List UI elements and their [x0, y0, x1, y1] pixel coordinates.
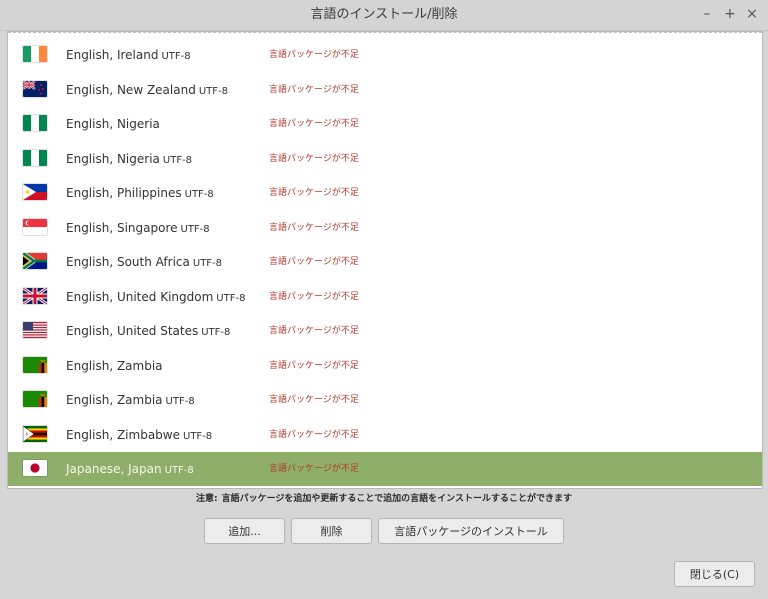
language-label: English, Zambia — [66, 358, 163, 373]
language-name: English, Philippines UTF-8 — [66, 176, 214, 210]
language-row[interactable]: English, United Kingdom UTF-8 言語パッケージが不足 — [8, 280, 762, 314]
language-label: English, Zimbabwe — [66, 427, 180, 442]
zambia-flag-icon — [23, 356, 47, 373]
language-status: 言語パッケージが不足 — [269, 119, 359, 129]
encoding-label: UTF-8 — [164, 465, 194, 476]
language-row[interactable]: English, Nigeria 言語パッケージが不足 — [8, 107, 762, 141]
title-bar[interactable]: 言語のインストール/削除 – + × — [0, 0, 768, 31]
japan-flag-icon — [23, 460, 47, 476]
language-label: English, United Kingdom — [66, 289, 214, 304]
language-name: English, Zambia — [66, 349, 163, 383]
install-language-packs-button[interactable]: 言語パッケージのインストール — [378, 518, 564, 544]
encoding-label: UTF-8 — [162, 154, 193, 166]
language-status: 言語パッケージが不足 — [269, 429, 359, 440]
language-row[interactable]: English, United States UTF-8 言語パッケージが不足 — [8, 314, 762, 348]
encoding-label: UTF-8 — [184, 189, 214, 200]
remove-button[interactable]: 削除 — [291, 518, 372, 544]
language-label: English, Nigeria — [66, 151, 160, 166]
language-row[interactable]: English, Ireland UTF-8 言語パッケージが不足 — [8, 38, 762, 72]
encoding-label: UTF-8 — [165, 396, 195, 407]
language-status: 言語パッケージが不足 — [269, 326, 359, 336]
nigeria-flag-icon — [23, 149, 47, 166]
language-name: English, Ireland UTF-8 — [66, 38, 191, 72]
language-name: English, Singapore UTF-8 — [66, 211, 210, 245]
language-label: English, Philippines — [66, 186, 182, 200]
language-label: English, South Africa — [66, 255, 190, 269]
language-name: English, United States UTF-8 — [66, 314, 230, 348]
united-states-flag-icon — [23, 322, 47, 338]
ireland-flag-icon — [23, 46, 47, 62]
united-kingdom-flag-icon — [23, 287, 47, 304]
language-status: 言語パッケージが不足 — [269, 188, 359, 198]
language-list[interactable]: English, Ireland UTF-8 言語パッケージが不足 English, … — [7, 31, 763, 489]
zimbabwe-flag-icon — [23, 425, 47, 442]
encoding-label: UTF-8 — [161, 51, 191, 62]
language-status: 言語パッケージが不足 — [269, 84, 359, 95]
encoding-label: UTF-8 — [216, 292, 246, 304]
note-body: 言語パッケージを追加や更新することで追加の言語をインストールすることができます — [221, 494, 572, 504]
nigeria-flag-icon — [23, 115, 47, 131]
language-label: English, Ireland — [66, 48, 159, 62]
language-status: 言語パッケージが不足 — [269, 257, 359, 267]
language-row[interactable]: English, Zimbabwe UTF-8 言語パッケージが不足 — [8, 418, 762, 452]
language-status: 言語パッケージが不足 — [269, 153, 359, 164]
close-button[interactable]: 閉じる(C) — [674, 561, 755, 587]
maximize-button[interactable]: + — [721, 5, 739, 23]
language-status: 言語パッケージが不足 — [269, 222, 359, 233]
language-settings-window: 言語のインストール/削除 – + × English, Ireland UTF-8… — [0, 0, 768, 599]
language-label: Japanese, Japan — [66, 462, 162, 476]
language-row[interactable]: English, Zambia UTF-8 言語パッケージが不足 — [8, 383, 762, 417]
zambia-flag-icon — [23, 391, 47, 407]
language-label: English, Nigeria — [66, 117, 160, 131]
south-africa-flag-icon — [23, 253, 47, 269]
window-title: 言語のインストール/削除 — [310, 7, 458, 22]
encoding-label: UTF-8 — [183, 430, 213, 442]
language-status: 言語パッケージが不足 — [269, 464, 359, 474]
language-name: English, South Africa UTF-8 — [66, 245, 222, 279]
encoding-label: UTF-8 — [201, 327, 231, 338]
language-row[interactable]: English, Philippines UTF-8 言語パッケージが不足 — [8, 176, 762, 210]
language-name: English, Zimbabwe UTF-8 — [66, 418, 212, 452]
language-name: English, Nigeria UTF-8 — [66, 142, 192, 176]
language-name: English, Zambia UTF-8 — [66, 383, 195, 417]
language-status: 言語パッケージが不足 — [269, 395, 359, 405]
language-row[interactable]: English, Singapore UTF-8 言語パッケージが不足 — [8, 211, 762, 245]
language-row[interactable]: English, Zambia 言語パッケージが不足 — [8, 349, 762, 383]
language-status: 言語パッケージが不足 — [269, 50, 359, 60]
new-zealand-flag-icon — [23, 80, 47, 97]
language-name: English, United Kingdom UTF-8 — [66, 280, 245, 314]
language-name: English, New Zealand UTF-8 — [66, 73, 228, 107]
language-label: English, Zambia — [66, 393, 163, 407]
encoding-label: UTF-8 — [198, 85, 228, 97]
language-status: 言語パッケージが不足 — [269, 291, 359, 302]
philippines-flag-icon — [23, 184, 47, 200]
language-name: English, Nigeria — [66, 107, 160, 141]
note-label: 注意: — [196, 494, 218, 504]
singapore-flag-icon — [23, 218, 47, 235]
language-label: English, Singapore — [66, 220, 178, 235]
close-window-button[interactable]: × — [743, 5, 761, 23]
language-row[interactable]: English, South Africa UTF-8 言語パッケージが不足 — [8, 245, 762, 279]
minimize-button[interactable]: – — [698, 5, 716, 23]
list-divider — [8, 32, 762, 33]
encoding-label: UTF-8 — [192, 258, 223, 269]
add-button[interactable]: 追加... — [204, 518, 285, 544]
language-name: Japanese, Japan UTF-8 — [66, 452, 194, 486]
language-label: English, United States — [66, 324, 199, 338]
language-status: 言語パッケージが不足 — [269, 360, 359, 371]
language-row[interactable]: English, Nigeria UTF-8 言語パッケージが不足 — [8, 142, 762, 176]
note-text: 注意: 言語パッケージを追加や更新することで追加の言語をインストールすることができ… — [0, 491, 768, 507]
language-row[interactable]: English, New Zealand UTF-8 言語パッケージが不足 — [8, 73, 762, 107]
encoding-label: UTF-8 — [180, 223, 210, 235]
language-row[interactable]: Japanese, Japan UTF-8 言語パッケージが不足 — [8, 452, 762, 486]
language-label: English, New Zealand — [66, 82, 196, 97]
